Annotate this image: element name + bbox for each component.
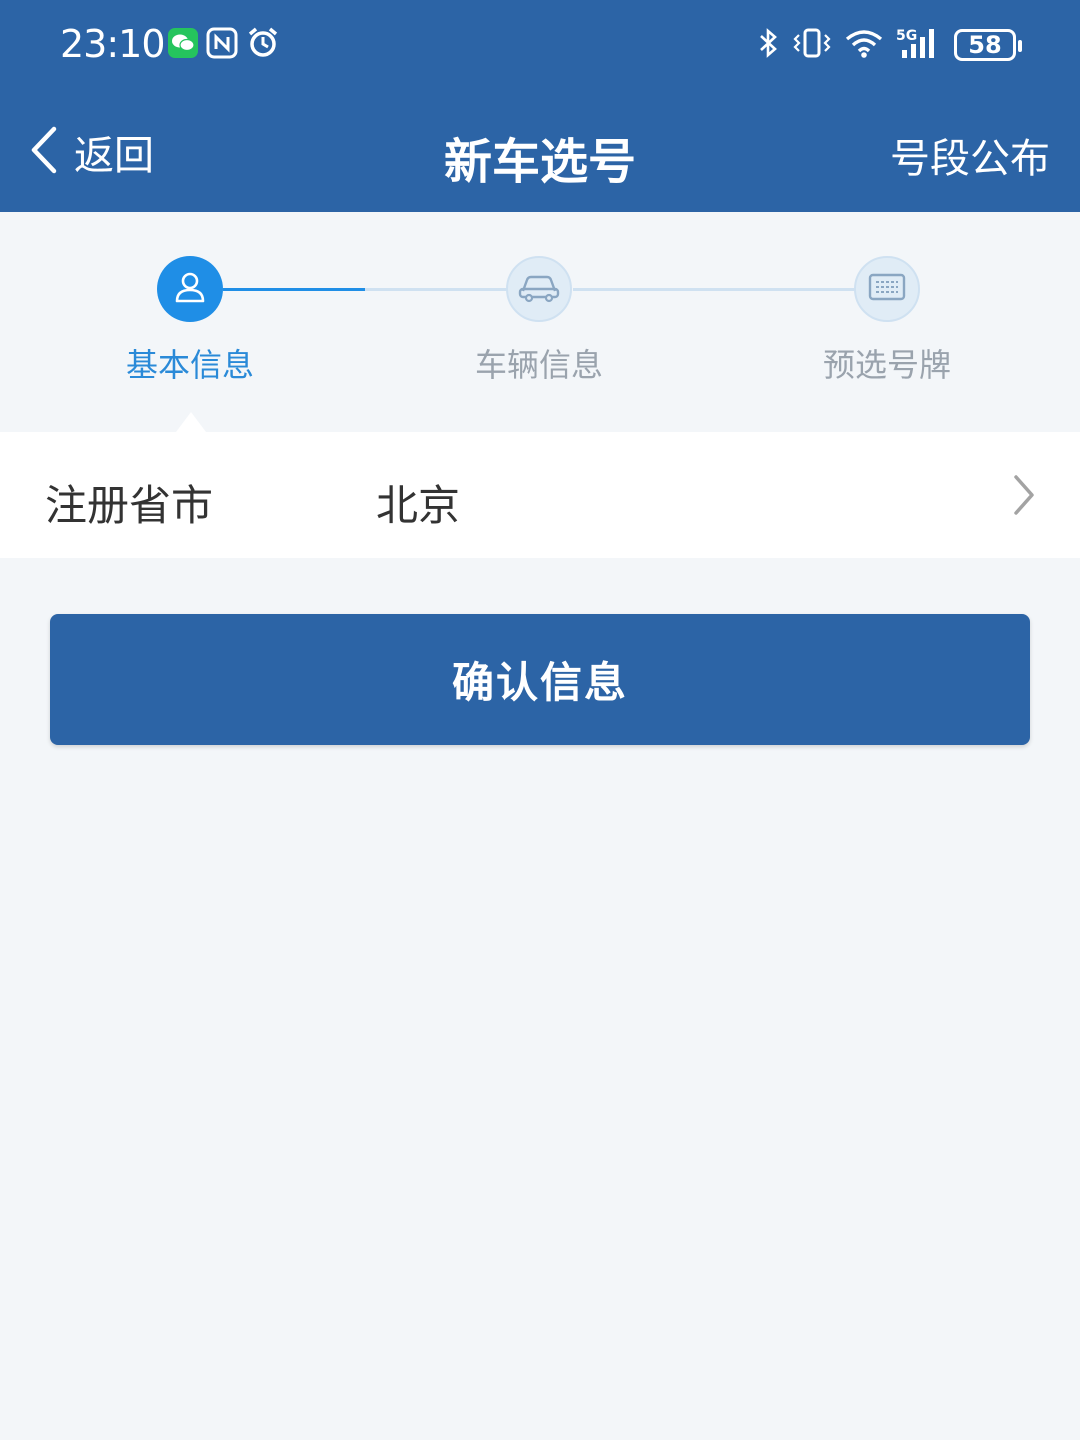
step-2-circle	[506, 256, 572, 322]
vibrate-icon	[792, 27, 832, 63]
region-label: 注册省市	[45, 481, 214, 530]
chevron-right-icon	[1012, 474, 1036, 520]
step-progress: 基本信息 车辆信息 预选号牌	[0, 212, 1080, 432]
app-header: 23:10 5G 58 返回 新车选号 号段公布	[0, 0, 1080, 212]
status-left-icons	[168, 26, 280, 64]
step-connector-1-active	[223, 288, 365, 291]
step-1-label: 基本信息	[125, 346, 254, 384]
step-3-label: 预选号牌	[822, 346, 951, 384]
nfc-icon	[206, 27, 238, 63]
status-right-icons: 5G 58	[756, 26, 1022, 64]
person-icon	[172, 269, 208, 309]
wifi-icon	[844, 27, 884, 63]
battery-level: 58	[968, 31, 1002, 59]
region-value: 北京	[376, 481, 461, 530]
wechat-icon	[168, 28, 198, 62]
confirm-info-button[interactable]: 确认信息	[50, 614, 1030, 745]
car-icon	[517, 271, 561, 307]
bluetooth-icon	[756, 27, 780, 63]
step-connector-1-rest	[365, 288, 507, 291]
license-plate-icon	[868, 272, 906, 306]
nav-bar: 返回 新车选号 号段公布	[0, 100, 1080, 204]
status-time: 23:10	[60, 22, 166, 66]
step-3-circle	[854, 256, 920, 322]
status-bar: 23:10 5G 58	[0, 0, 1080, 90]
svg-text:5G: 5G	[896, 28, 917, 44]
active-step-pointer	[176, 412, 206, 432]
step-1-circle	[157, 256, 223, 322]
signal-5g-icon: 5G	[896, 26, 942, 64]
battery-indicator: 58	[954, 29, 1022, 61]
step-2-label: 车辆信息	[474, 346, 603, 384]
step-connector-2	[573, 288, 855, 291]
alarm-icon	[246, 26, 280, 64]
region-select-row[interactable]: 注册省市 北京	[0, 432, 1080, 558]
segment-announcement-link[interactable]: 号段公布	[890, 126, 1050, 184]
